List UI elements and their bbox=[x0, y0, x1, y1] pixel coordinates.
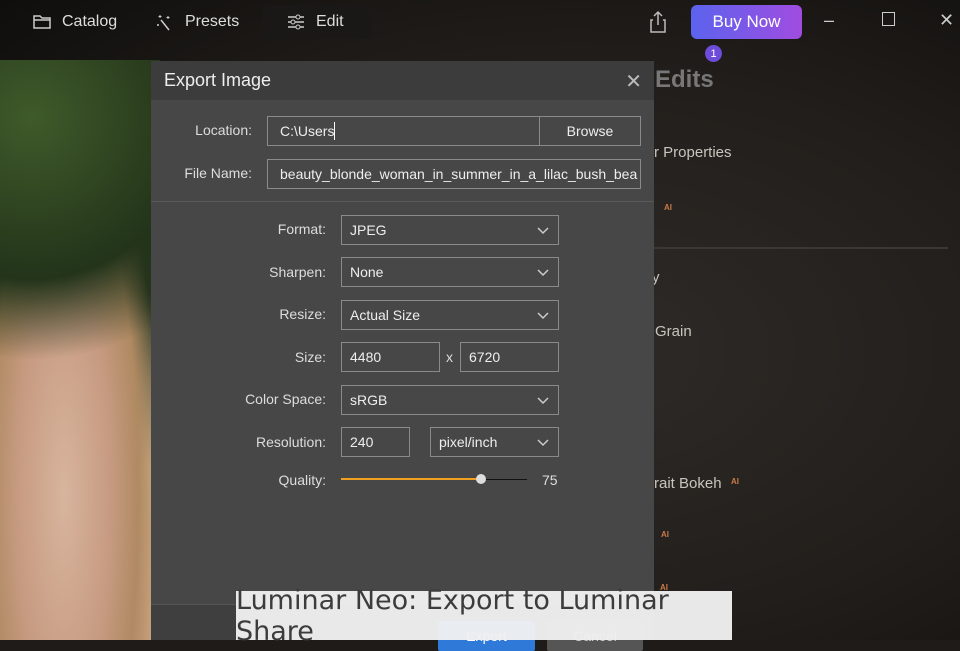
filename-input[interactable]: beauty_blonde_woman_in_summer_in_a_lilac… bbox=[267, 159, 641, 189]
colorspace-select[interactable]: sRGB bbox=[341, 385, 559, 415]
resolution-unit-value: pixel/inch bbox=[439, 434, 498, 450]
format-label: Format: bbox=[277, 221, 326, 237]
filename-label: File Name: bbox=[184, 165, 252, 181]
sharpen-value: None bbox=[350, 264, 384, 280]
location-value: C:\Users bbox=[280, 123, 335, 139]
nav-presets-label: Presets bbox=[185, 13, 240, 30]
sharpen-select[interactable]: None bbox=[341, 257, 559, 287]
slider-thumb[interactable] bbox=[475, 474, 486, 484]
chevron-down-icon bbox=[537, 439, 549, 447]
top-bar: Catalog Presets Edit Buy Now 1 – ✕ bbox=[0, 0, 960, 62]
location-input[interactable]: C:\Users bbox=[267, 116, 540, 146]
divider bbox=[151, 201, 654, 202]
text-cursor bbox=[334, 122, 336, 140]
size-separator: x bbox=[446, 349, 453, 365]
sharpen-label: Sharpen: bbox=[269, 264, 326, 280]
chevron-down-icon bbox=[537, 397, 549, 405]
caption-overlay: Luminar Neo: Export to Luminar Share bbox=[236, 585, 732, 647]
quality-value: 75 bbox=[542, 472, 558, 488]
nav-catalog-label: Catalog bbox=[62, 13, 118, 30]
ai-badge: AI bbox=[731, 477, 739, 486]
ai-badge: AI bbox=[664, 203, 672, 212]
location-label: Location: bbox=[195, 122, 252, 138]
colorspace-label: Color Space: bbox=[245, 391, 326, 407]
quality-slider[interactable] bbox=[341, 473, 527, 485]
format-select[interactable]: JPEG bbox=[341, 215, 559, 245]
width-input[interactable]: 4480 bbox=[341, 342, 440, 372]
height-input[interactable]: 6720 bbox=[460, 342, 559, 372]
resolution-label: Resolution: bbox=[255, 434, 326, 450]
resolution-input[interactable]: 240 bbox=[341, 427, 410, 457]
chevron-down-icon bbox=[537, 269, 549, 277]
share-icon[interactable] bbox=[648, 10, 668, 34]
chevron-down-icon bbox=[537, 312, 549, 320]
chevron-down-icon bbox=[537, 227, 549, 235]
resolution-unit-select[interactable]: pixel/inch bbox=[430, 427, 559, 457]
export-dialog: Export Image ✕ Location: C:\Users Browse… bbox=[151, 61, 654, 651]
window-close-icon[interactable]: ✕ bbox=[939, 10, 954, 31]
buy-now-button[interactable]: Buy Now bbox=[691, 5, 802, 39]
photo-canvas bbox=[0, 60, 160, 640]
maximize-icon[interactable] bbox=[882, 12, 895, 26]
slider-fill bbox=[341, 478, 481, 480]
browse-button[interactable]: Browse bbox=[539, 116, 641, 146]
magic-wand-icon bbox=[157, 15, 170, 31]
resize-label: Resize: bbox=[279, 306, 326, 322]
dialog-title: Export Image bbox=[164, 70, 272, 90]
tool-item[interactable]: r Properties bbox=[654, 144, 732, 161]
resize-value: Actual Size bbox=[350, 307, 421, 323]
resize-select[interactable]: Actual Size bbox=[341, 300, 559, 330]
tool-item[interactable]: Grain bbox=[655, 323, 692, 340]
notification-badge: 1 bbox=[705, 45, 722, 62]
close-icon[interactable]: ✕ bbox=[625, 69, 642, 94]
minimize-icon[interactable]: – bbox=[824, 10, 834, 31]
ai-badge: AI bbox=[661, 530, 669, 539]
sliders-icon bbox=[288, 14, 304, 30]
edits-heading: Edits bbox=[655, 66, 714, 93]
nav-catalog[interactable]: Catalog bbox=[20, 5, 129, 39]
colorspace-value: sRGB bbox=[350, 392, 388, 408]
folder-icon bbox=[33, 15, 51, 29]
nav-presets[interactable]: Presets bbox=[143, 5, 251, 39]
size-label: Size: bbox=[294, 349, 326, 365]
quality-label: Quality: bbox=[278, 472, 326, 488]
panel-divider bbox=[654, 247, 948, 249]
dialog-title-bar: Export Image ✕ bbox=[151, 61, 654, 100]
nav-edit[interactable]: Edit bbox=[262, 5, 372, 39]
tool-item[interactable]: rait Bokeh bbox=[654, 475, 722, 492]
format-value: JPEG bbox=[350, 222, 387, 238]
nav-edit-label: Edit bbox=[316, 13, 344, 30]
